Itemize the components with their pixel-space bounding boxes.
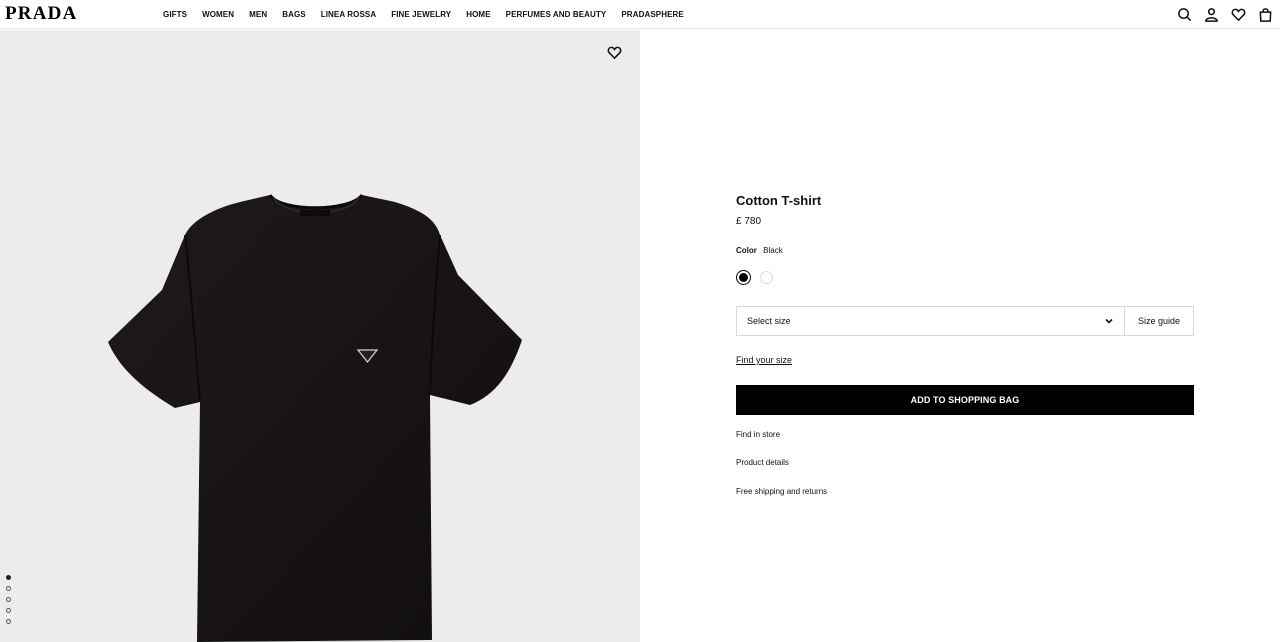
color-value: Black: [763, 246, 783, 255]
nav-item-linea-rossa[interactable]: LINEA ROSSA: [321, 10, 376, 19]
wishlist-icon[interactable]: [1230, 6, 1247, 23]
nav-item-home[interactable]: HOME: [466, 10, 490, 19]
color-label: Color: [736, 246, 757, 255]
gallery-pagination: [6, 575, 11, 624]
gallery-dot-3[interactable]: [6, 597, 11, 602]
gallery-dot-5[interactable]: [6, 619, 11, 624]
nav-item-fine-jewelry[interactable]: FINE JEWELRY: [391, 10, 451, 19]
gallery-dot-1[interactable]: [6, 575, 11, 580]
color-swatch-black[interactable]: [736, 270, 751, 285]
product-details-link[interactable]: Product details: [736, 458, 789, 467]
find-your-size-link[interactable]: Find your size: [736, 355, 792, 365]
size-guide-button[interactable]: Size guide: [1125, 307, 1193, 335]
size-row: Select size Size guide: [736, 306, 1194, 336]
product-title: Cotton T-shirt: [736, 193, 822, 208]
header-icons: [1176, 6, 1274, 23]
nav-item-men[interactable]: MEN: [249, 10, 267, 19]
size-select-label: Select size: [747, 316, 791, 326]
color-swatch-white[interactable]: [760, 271, 773, 284]
nav-item-perfumes-and-beauty[interactable]: PERFUMES AND BEAUTY: [506, 10, 607, 19]
main-nav: GIFTS WOMEN MEN BAGS LINEA ROSSA FINE JE…: [163, 10, 699, 19]
product-image-gallery[interactable]: [0, 30, 640, 642]
color-row: Color Black: [736, 246, 783, 255]
gallery-dot-2[interactable]: [6, 586, 11, 591]
nav-item-gifts[interactable]: GIFTS: [163, 10, 187, 19]
find-in-store-link[interactable]: Find in store: [736, 430, 780, 439]
nav-item-bags[interactable]: BAGS: [282, 10, 306, 19]
search-icon[interactable]: [1176, 6, 1193, 23]
nav-item-women[interactable]: WOMEN: [202, 10, 234, 19]
nav-item-pradasphere[interactable]: PRADASPHERE: [621, 10, 683, 19]
black-tshirt-image: [108, 193, 522, 642]
gallery-dot-4[interactable]: [6, 608, 11, 613]
add-to-wishlist-icon[interactable]: [607, 45, 625, 63]
add-to-shopping-bag-button[interactable]: ADD TO SHOPPING BAG: [736, 385, 1194, 415]
size-select[interactable]: Select size: [737, 307, 1125, 335]
free-shipping-returns-link[interactable]: Free shipping and returns: [736, 487, 827, 496]
chevron-down-icon: [1105, 318, 1113, 324]
prada-logo[interactable]: PRADA: [5, 3, 78, 25]
site-header: PRADA GIFTS WOMEN MEN BAGS LINEA ROSSA F…: [0, 0, 1280, 29]
color-swatches: [736, 270, 773, 285]
product-price: £ 780: [736, 216, 762, 227]
shopping-bag-icon[interactable]: [1257, 6, 1274, 23]
account-icon[interactable]: [1203, 6, 1220, 23]
